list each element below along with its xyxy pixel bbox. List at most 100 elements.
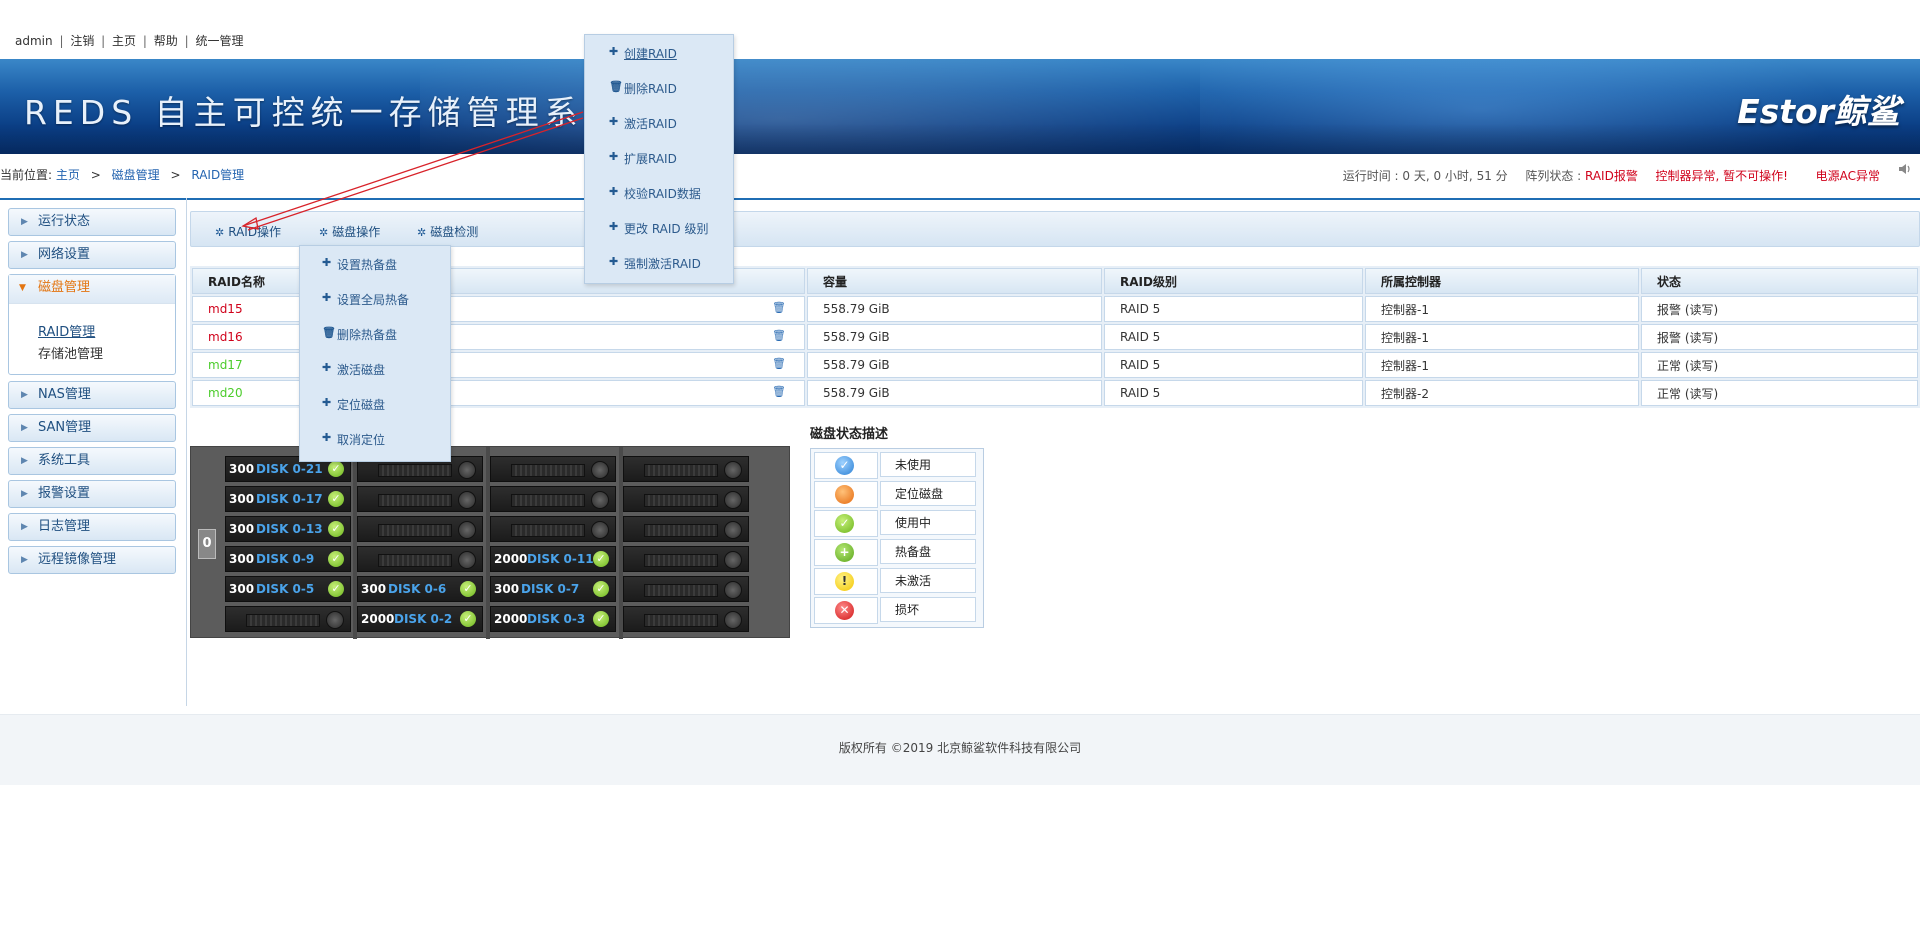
chevron-right-icon: ▶: [21, 423, 28, 433]
menu-item-label: 激活磁盘: [337, 363, 386, 377]
check-green-icon: ✓: [460, 611, 476, 627]
enclosure-id: 0: [198, 529, 216, 559]
breadcrumb-raid-management[interactable]: RAID管理: [191, 168, 244, 182]
slot-grille: [378, 464, 452, 477]
disk-slot[interactable]: 300 DISK 0-13 ✓: [225, 516, 351, 542]
raid-name[interactable]: md20: [208, 386, 243, 400]
legend-row: ✓ 未使用: [814, 452, 980, 479]
breadcrumb-disk-management[interactable]: 磁盘管理: [112, 168, 160, 182]
breadcrumb-separator: >: [170, 168, 181, 182]
sidebar-item-system-tools[interactable]: ▶ 系统工具: [8, 447, 176, 475]
sidebar-item-network[interactable]: ▶ 网络设置: [8, 241, 176, 269]
trash-icon[interactable]: 🗑: [772, 329, 786, 342]
empty-disk-slot[interactable]: [623, 516, 749, 542]
sidebar-item-label: SAN管理: [38, 420, 92, 435]
menu-item[interactable]: 🗑 删除热备盘: [300, 316, 450, 351]
separator: |: [101, 34, 106, 48]
raid-name[interactable]: md16: [208, 330, 243, 344]
breadcrumb-home[interactable]: 主页: [56, 168, 80, 182]
sidebar-item-label: 运行状态: [38, 214, 91, 229]
legend-row: + 热备盘: [814, 539, 980, 566]
help-link[interactable]: 帮助: [154, 34, 178, 48]
slot-grille: [644, 524, 718, 537]
empty-disk-slot[interactable]: [623, 486, 749, 512]
empty-disk-slot[interactable]: [225, 606, 351, 632]
disk-slot[interactable]: 300 DISK 0-7 ✓: [490, 576, 616, 602]
menu-item[interactable]: ✚ 更改 RAID 级别: [585, 210, 733, 245]
empty-disk-slot[interactable]: [357, 486, 483, 512]
sidebar-item-san[interactable]: ▶ SAN管理: [8, 414, 176, 442]
menu-item[interactable]: ✚ 设置热备盘: [300, 246, 450, 281]
sidebar-item-remote-mirror[interactable]: ▶ 远程镜像管理: [8, 546, 176, 574]
raid-name[interactable]: md15: [208, 302, 243, 316]
empty-disk-slot[interactable]: [490, 486, 616, 512]
menu-item[interactable]: ✚ 扩展RAID: [585, 140, 733, 175]
sidebar-item-nas[interactable]: ▶ NAS管理: [8, 381, 176, 409]
trash-icon[interactable]: 🗑: [772, 357, 786, 370]
menu-item[interactable]: ✚ 设置全局热备: [300, 281, 450, 316]
disk-capacity: 2000: [494, 552, 528, 566]
breadcrumb-prefix: 当前位置:: [0, 168, 53, 182]
disk-slot[interactable]: 300 DISK 0-5 ✓: [225, 576, 351, 602]
disk-operations-menu: ✚ 设置热备盘 ✚ 设置全局热备 🗑 删除热备盘 ✚ 激活磁盘 ✚ 定位磁盘 ✚ 取消定位: [299, 245, 451, 462]
empty-disk-slot[interactable]: [623, 546, 749, 572]
sidebar-item-disk-management[interactable]: ▼ 磁盘管理 RAID管理 存储池管理: [8, 274, 176, 375]
array-status-label: 阵列状态 :: [1525, 169, 1582, 183]
menu-item-label: 定位磁盘: [337, 398, 386, 412]
empty-disk-slot[interactable]: [623, 576, 749, 602]
plus-icon: ✚: [609, 220, 619, 233]
tab-disk-detection[interactable]: ✲ 磁盘检测: [417, 223, 478, 240]
slot-knob: [458, 461, 476, 479]
disk-slot[interactable]: 2000 DISK 0-2 ✓: [357, 606, 483, 632]
menu-item-label: 创建RAID: [624, 47, 677, 61]
menu-item[interactable]: ✚ 定位磁盘: [300, 386, 450, 421]
empty-disk-slot[interactable]: [357, 546, 483, 572]
empty-disk-slot[interactable]: [623, 456, 749, 482]
disk-slot[interactable]: 2000 DISK 0-11 ✓: [490, 546, 616, 572]
menu-item[interactable]: ✚ 创建RAID: [585, 35, 733, 70]
chevron-down-icon: ▼: [19, 283, 26, 293]
menu-item[interactable]: ✚ 激活RAID: [585, 105, 733, 140]
user-link[interactable]: admin: [15, 34, 53, 48]
tab-disk-operations[interactable]: ✲ 磁盘操作: [319, 223, 380, 240]
raid-name[interactable]: md17: [208, 358, 243, 372]
disk-slot[interactable]: 300 DISK 0-6 ✓: [357, 576, 483, 602]
menu-item[interactable]: ✚ 校验RAID数据: [585, 175, 733, 210]
menu-item[interactable]: ✚ 激活磁盘: [300, 351, 450, 386]
speaker-icon[interactable]: [1898, 162, 1912, 176]
sidebar-sub-storage-pool[interactable]: 存储池管理: [38, 343, 103, 362]
disk-label: DISK 0-2: [394, 612, 453, 626]
menu-item[interactable]: 🗑 删除RAID: [585, 70, 733, 105]
empty-disk-slot[interactable]: [490, 456, 616, 482]
slot-grille: [378, 554, 452, 567]
sidebar-sub-raid[interactable]: RAID管理: [38, 321, 95, 340]
trash-icon[interactable]: 🗑: [772, 301, 786, 314]
unified-management-link[interactable]: 统一管理: [195, 34, 243, 48]
empty-disk-slot[interactable]: [357, 516, 483, 542]
menu-item[interactable]: ✚ 强制激活RAID: [585, 245, 733, 280]
disk-label: DISK 0-11: [527, 552, 594, 566]
logout-link[interactable]: 注销: [70, 34, 94, 48]
trash-icon[interactable]: 🗑: [772, 385, 786, 398]
sidebar-item-run-status[interactable]: ▶ 运行状态: [8, 208, 176, 236]
disk-slot[interactable]: 2000 DISK 0-3 ✓: [490, 606, 616, 632]
disk-capacity: 300: [494, 582, 520, 596]
empty-disk-slot[interactable]: [623, 606, 749, 632]
disk-slot[interactable]: 300 DISK 0-17 ✓: [225, 486, 351, 512]
plus-icon: ✚: [322, 256, 332, 269]
menu-item-label: 删除热备盘: [337, 328, 398, 342]
sidebar-item-alarm-settings[interactable]: ▶ 报警设置: [8, 480, 176, 508]
disk-slot[interactable]: 300 DISK 0-9 ✓: [225, 546, 351, 572]
disk-capacity: 300: [229, 552, 255, 566]
sidebar-item-log[interactable]: ▶ 日志管理: [8, 513, 176, 541]
uptime-text: 运行时间 : 0 天, 0 小时, 51 分: [1342, 169, 1508, 183]
menu-item[interactable]: ✚ 取消定位: [300, 421, 450, 456]
tab-raid-operations[interactable]: ✲ RAID操作: [215, 223, 281, 240]
home-link[interactable]: 主页: [112, 34, 136, 48]
plus-icon: ✚: [322, 291, 332, 304]
controller-cell: 控制器-1: [1365, 324, 1639, 350]
slot-knob: [724, 521, 742, 539]
empty-disk-slot[interactable]: [490, 516, 616, 542]
check-green-icon: ✓: [328, 461, 344, 477]
disk-capacity: 300: [229, 462, 255, 476]
